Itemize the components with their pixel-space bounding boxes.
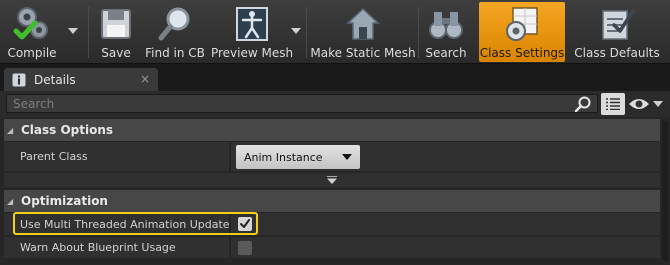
- search-row: [0, 91, 670, 117]
- chevron-down-icon: [653, 101, 663, 107]
- use-multi-threaded-animation-update-checkbox[interactable]: [238, 217, 252, 231]
- class-defaults-button[interactable]: Class Defaults: [574, 2, 660, 62]
- find-in-content-browser-icon: [155, 4, 195, 44]
- property-label: Warn About Blueprint Usage: [20, 241, 176, 254]
- toolbar-separator: [418, 6, 419, 58]
- save-button[interactable]: Save: [94, 2, 138, 62]
- chevron-down-icon: [68, 28, 78, 34]
- view-options-button[interactable]: [601, 93, 625, 115]
- class-settings-button[interactable]: Class Settings: [479, 2, 565, 62]
- property-label: Parent Class: [20, 150, 88, 163]
- parent-class-value: Anim Instance: [244, 150, 323, 164]
- search-toolbar-label: Search: [425, 46, 467, 60]
- advanced-expander[interactable]: [4, 173, 660, 187]
- collapse-arrow-icon: ◢: [7, 196, 14, 206]
- category-label: Class Options: [21, 123, 114, 137]
- search-input[interactable]: [6, 94, 598, 113]
- make-static-mesh-button[interactable]: Make Static Mesh: [310, 2, 416, 62]
- find-in-cb-label: Find in CB: [145, 46, 205, 60]
- property-row-warn-about-blueprint-usage: Warn About Blueprint Usage: [4, 237, 660, 259]
- compile-label: Compile: [7, 46, 57, 60]
- warn-about-blueprint-usage-checkbox[interactable]: [238, 241, 252, 255]
- collapse-arrow-icon: ◢: [7, 125, 14, 135]
- class-defaults-label: Class Defaults: [574, 46, 660, 60]
- category-label: Optimization: [21, 194, 108, 208]
- list-icon: [606, 98, 620, 110]
- compile-options-dropdown[interactable]: [66, 24, 80, 38]
- chevron-down-icon: [291, 28, 301, 34]
- compile-icon: [12, 4, 52, 44]
- save-icon: [96, 4, 136, 44]
- checkmark-icon: [240, 219, 250, 228]
- chevron-down-icon: [342, 154, 352, 160]
- eye-icon: [629, 99, 649, 109]
- search-toolbar-button[interactable]: Search: [424, 2, 468, 62]
- toolbar-separator: [88, 6, 89, 58]
- column-splitter[interactable]: [229, 237, 231, 258]
- parent-class-combo[interactable]: Anim Instance: [236, 145, 360, 169]
- make-static-mesh-icon: [343, 4, 383, 44]
- category-optimization[interactable]: ◢ Optimization: [4, 190, 660, 212]
- category-class-options[interactable]: ◢ Class Options: [4, 119, 660, 141]
- info-icon: [12, 73, 26, 86]
- class-settings-icon: [502, 4, 542, 44]
- expand-arrow-icon: [327, 176, 337, 184]
- compile-button[interactable]: Compile: [4, 2, 60, 62]
- property-row-use-multi-threaded-animation-update: Use Multi Threaded Animation Update: [4, 213, 660, 236]
- scrollbar[interactable]: [662, 121, 668, 261]
- tab-details-label: Details: [34, 72, 76, 87]
- preview-mesh-dropdown[interactable]: [289, 24, 303, 38]
- search-icon[interactable]: [574, 96, 592, 112]
- preview-mesh-label: Preview Mesh: [210, 46, 294, 60]
- toolbar: Compile Save Find in CB Preview Mesh Mak…: [0, 0, 670, 64]
- close-icon[interactable]: ×: [140, 72, 150, 86]
- toolbar-separator: [306, 6, 307, 58]
- make-static-mesh-label: Make Static Mesh: [310, 46, 416, 60]
- visibility-filter-button[interactable]: [628, 95, 664, 113]
- binoculars-icon: [426, 4, 466, 44]
- class-defaults-icon: [597, 4, 637, 44]
- preview-mesh-button[interactable]: Preview Mesh: [210, 2, 294, 62]
- column-splitter[interactable]: [229, 142, 231, 171]
- column-splitter[interactable]: [229, 213, 231, 235]
- find-in-cb-button[interactable]: Find in CB: [144, 2, 206, 62]
- class-settings-label: Class Settings: [479, 46, 565, 60]
- details-panel: ◢ Class Options Parent Class Anim Instan…: [0, 91, 670, 265]
- tab-bar: Details ×: [0, 65, 670, 91]
- property-label: Use Multi Threaded Animation Update: [20, 217, 230, 231]
- save-label: Save: [101, 46, 131, 60]
- tab-details[interactable]: Details ×: [4, 68, 158, 91]
- preview-mesh-icon: [232, 4, 272, 44]
- property-row-parent-class: Parent Class Anim Instance: [4, 142, 660, 172]
